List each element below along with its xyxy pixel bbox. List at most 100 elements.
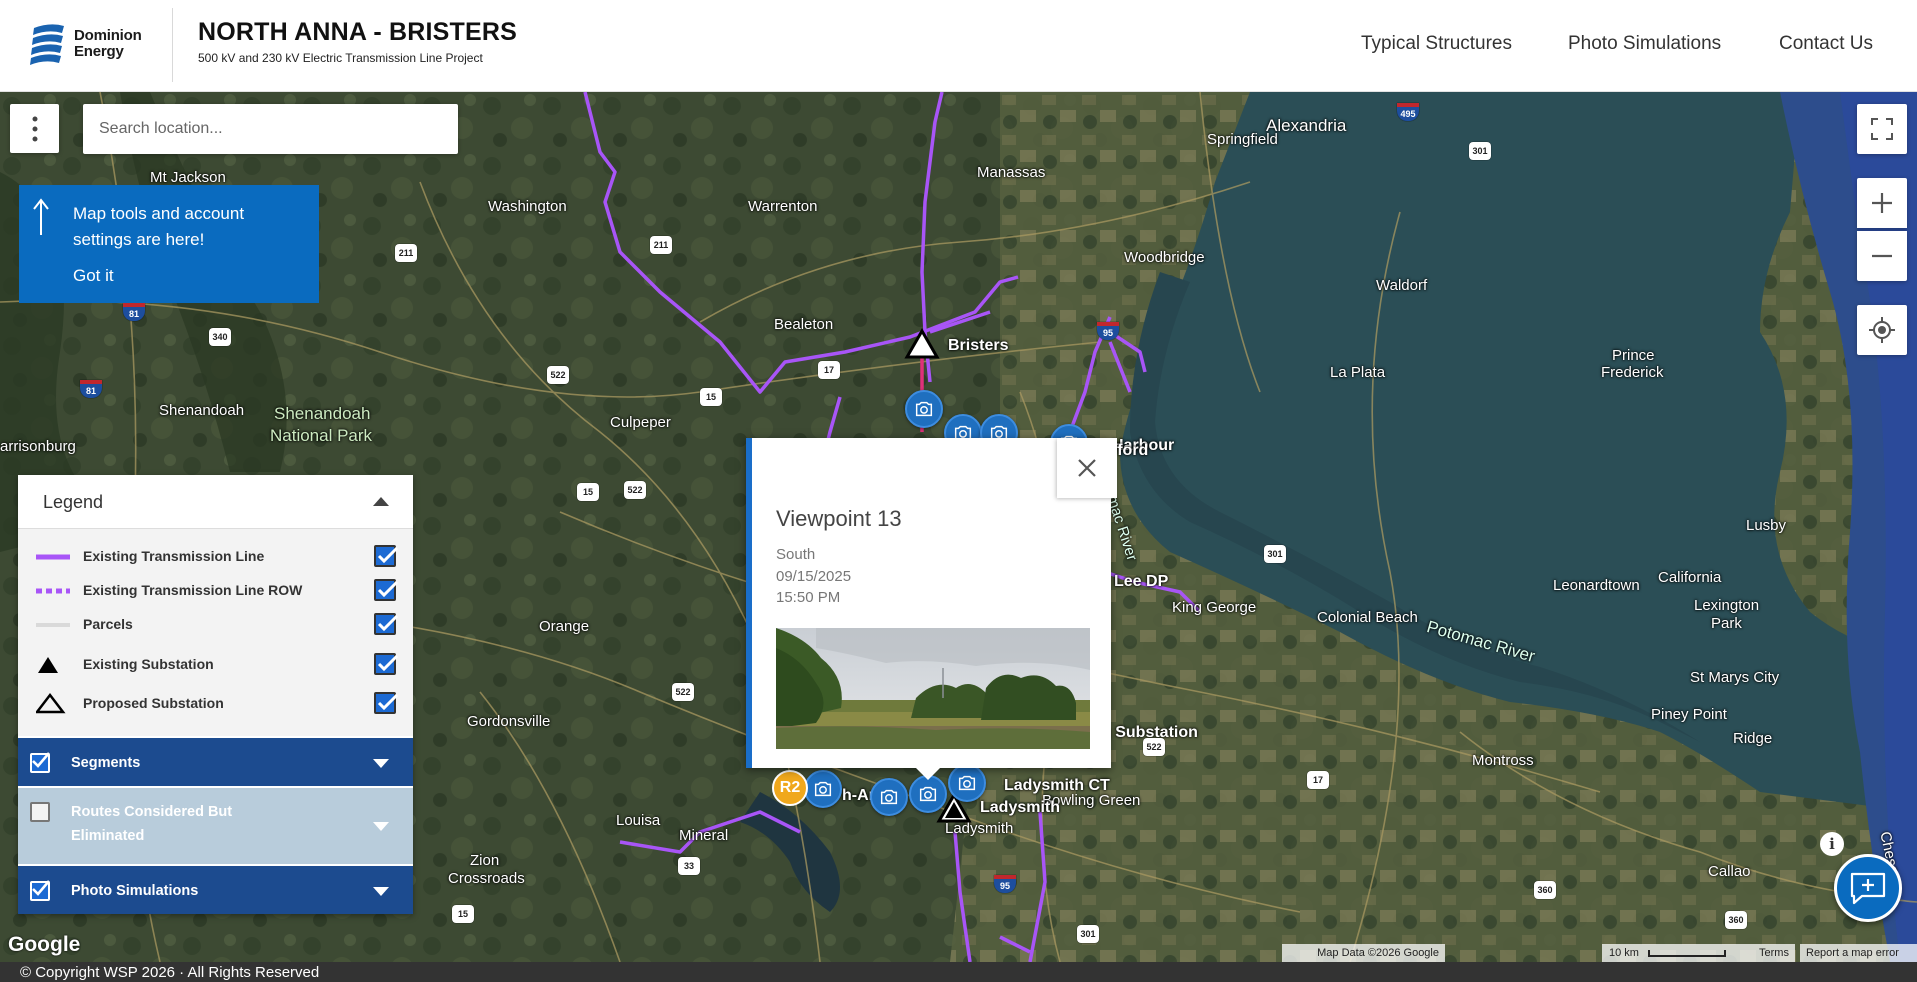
legend-item-label: Existing Transmission Line ROW — [83, 582, 303, 598]
proposed-substation-icon[interactable] — [904, 328, 940, 360]
section-label-line: Eliminated — [71, 828, 145, 844]
checkmark-icon — [376, 580, 399, 599]
chevron-down-icon[interactable] — [373, 887, 389, 896]
place-label: Park — [1711, 615, 1742, 632]
legend-item-checkbox[interactable] — [374, 692, 399, 714]
place-label: arrisonburg — [0, 438, 76, 455]
interstate-shield: 81 — [123, 303, 145, 321]
my-location-button[interactable] — [1857, 305, 1907, 355]
chevron-down-icon[interactable] — [373, 822, 389, 831]
segments-checkbox[interactable] — [30, 752, 50, 773]
legend-item-checkbox[interactable] — [374, 613, 399, 635]
viewpoint-date: 09/15/2025 — [776, 568, 852, 585]
routes-eliminated-checkbox[interactable] — [30, 802, 50, 822]
interstate-shield: 81 — [80, 380, 102, 398]
place-label: Orange — [539, 618, 590, 635]
photo-viewpoint-marker[interactable] — [948, 764, 986, 802]
tooltip-message: Map tools and account settings are here! — [73, 204, 245, 249]
place-label: Ladysmith — [980, 799, 1061, 816]
legend-item-label: Existing Transmission Line — [83, 548, 265, 564]
place-label: Waldorf — [1376, 277, 1428, 294]
legend-item-checkbox[interactable] — [374, 653, 399, 675]
camera-icon — [919, 786, 937, 802]
route-shield: 522 — [624, 481, 646, 499]
map-menu-button[interactable] — [10, 104, 59, 153]
close-icon — [1078, 459, 1096, 477]
route-shield: 15 — [452, 905, 474, 923]
site-header: Dominion Energy NORTH ANNA - BRISTERS 50… — [0, 0, 1917, 92]
legend-item-checkbox[interactable] — [374, 545, 399, 567]
route-shield: 360 — [1725, 911, 1747, 929]
dashed-line-symbol — [36, 588, 70, 594]
place-label: Mineral — [679, 827, 729, 844]
nav-typical-structures[interactable]: Typical Structures — [1361, 33, 1512, 55]
legend-panel: Legend Existing Transmission Line Existi… — [18, 475, 413, 914]
place-label: Piney Point — [1651, 706, 1727, 723]
checkmark-icon — [32, 880, 50, 896]
place-label-park: National Park — [270, 426, 373, 445]
legend-item: Existing Substation — [18, 649, 413, 679]
terms-link[interactable]: Terms — [1753, 944, 1795, 962]
camera-icon — [880, 789, 898, 805]
routes-eliminated-section[interactable]: Routes Considered But Eliminated — [18, 786, 413, 864]
project-title: NORTH ANNA - BRISTERS — [198, 18, 518, 46]
checkmark-icon — [32, 752, 50, 768]
header-divider — [172, 8, 173, 82]
interstate-shield: 95 — [994, 875, 1016, 893]
parcels-line-symbol — [36, 623, 70, 627]
feedback-chat-button[interactable] — [1834, 854, 1902, 922]
solid-line-symbol — [36, 554, 70, 560]
photo-simulations-checkbox[interactable] — [30, 880, 50, 901]
photo-viewpoint-marker[interactable] — [905, 390, 943, 428]
got-it-button[interactable]: Got it — [73, 266, 114, 286]
nav-photo-simulations[interactable]: Photo Simulations — [1568, 33, 1721, 55]
search-location-input[interactable] — [83, 104, 458, 154]
place-label: Ladysmith CT — [1004, 777, 1110, 794]
place-label: Springfield — [1207, 131, 1278, 148]
viewpoint-photo[interactable] — [776, 628, 1090, 749]
place-label-bristers: Bristers — [948, 337, 1009, 354]
route-shield: 211 — [650, 236, 672, 254]
place-label: Culpeper — [610, 414, 671, 431]
place-label: Gordonsville — [467, 713, 551, 730]
zoom-out-button[interactable] — [1857, 231, 1907, 281]
logo-line-energy: Energy — [74, 43, 124, 60]
zoom-in-button[interactable] — [1857, 178, 1907, 228]
segments-section[interactable]: Segments — [18, 736, 413, 786]
legend-item: Proposed Substation — [18, 688, 413, 718]
place-label: La Plata — [1330, 364, 1386, 381]
chat-add-icon — [1850, 872, 1886, 905]
legend-item-checkbox[interactable] — [374, 579, 399, 601]
fullscreen-button[interactable] — [1857, 104, 1907, 154]
route-badge-marker[interactable]: R2 — [772, 770, 808, 806]
viewpoint-direction: South — [776, 546, 816, 563]
chevron-up-icon[interactable] — [373, 497, 389, 506]
dominion-energy-logo[interactable]: Dominion Energy — [30, 22, 150, 66]
close-button[interactable] — [1057, 438, 1117, 498]
onboarding-tooltip: Map tools and account settings are here!… — [19, 185, 319, 303]
section-label-line: Routes Considered But — [71, 804, 233, 820]
photo-viewpoint-marker[interactable] — [909, 775, 947, 813]
route-shield: 301 — [1077, 925, 1099, 943]
scale-bar-line — [1648, 949, 1727, 957]
nav-contact-us[interactable]: Contact Us — [1779, 33, 1873, 55]
copyright-text: © Copyright WSP 2026 · All Rights Reserv… — [20, 964, 320, 981]
report-map-error-link[interactable]: Report a map error — [1800, 944, 1917, 962]
legend-items: Existing Transmission Line Existing Tran… — [18, 529, 413, 736]
place-label: Montross — [1472, 752, 1534, 769]
place-label: Crossroads — [448, 870, 525, 887]
photo-simulations-section[interactable]: Photo Simulations — [18, 864, 413, 914]
legend-header[interactable]: Legend — [18, 475, 413, 529]
photo-viewpoint-marker[interactable] — [804, 770, 842, 808]
place-label: Washington — [488, 198, 567, 215]
info-icon[interactable]: i — [1820, 832, 1844, 856]
place-label: California — [1658, 569, 1722, 586]
project-subtitle: 500 kV and 230 kV Electric Transmission … — [198, 51, 483, 65]
more-vertical-icon — [32, 116, 37, 141]
minus-icon — [1872, 254, 1892, 258]
chevron-down-icon[interactable] — [373, 759, 389, 768]
place-label: Manassas — [977, 164, 1046, 181]
route-shield: 340 — [209, 328, 231, 346]
map-scale-bar[interactable]: 10 km — [1603, 944, 1753, 962]
photo-viewpoint-marker[interactable] — [870, 778, 908, 816]
